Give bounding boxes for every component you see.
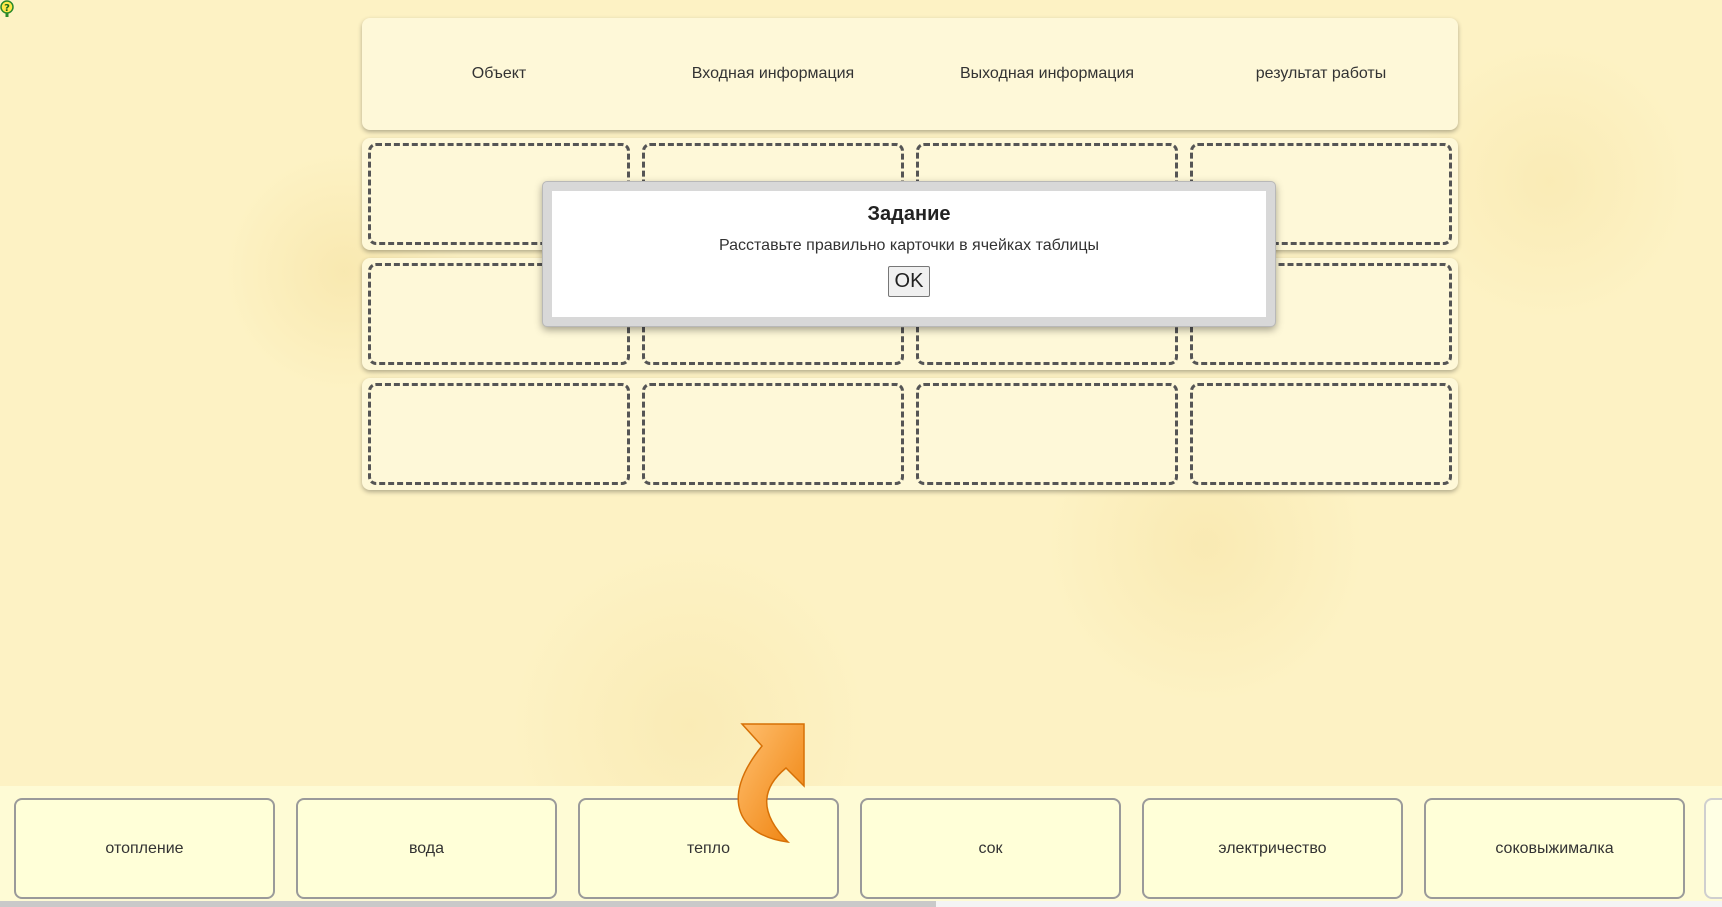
header-output-info: Выходная информация [959, 65, 1135, 82]
header-input-info: Входная информация [691, 65, 855, 82]
header-work-result: результат работы [1255, 65, 1387, 82]
table-row [362, 378, 1458, 490]
drop-cell-r3-c3[interactable] [916, 383, 1178, 485]
card-water[interactable]: вода [296, 798, 557, 899]
card-juicer[interactable]: соковыжималка [1424, 798, 1685, 899]
card-heating[interactable]: отопление [14, 798, 275, 899]
card-juice[interactable]: сок [860, 798, 1121, 899]
horizontal-scrollbar[interactable] [0, 901, 1722, 907]
help-question-icon[interactable]: ? [0, 0, 14, 18]
dialog-title: Задание [867, 203, 951, 225]
svg-text:?: ? [4, 3, 10, 14]
drop-cell-r3-c1[interactable] [368, 383, 630, 485]
curved-arrow-icon [737, 723, 805, 844]
task-dialog-body: Задание Расставьте правильно карточки в … [552, 191, 1266, 317]
task-dialog: Задание Расставьте правильно карточки в … [542, 181, 1276, 327]
header-object: Объект [471, 65, 527, 82]
dialog-message: Расставьте правильно карточки в ячейках … [718, 237, 1100, 254]
card-electricity[interactable]: электричество [1142, 798, 1403, 899]
card-offscreen[interactable] [1704, 798, 1722, 899]
card-tray: отопление вода тепло сок электричество с… [0, 786, 1722, 907]
scrollbar-thumb[interactable] [0, 901, 936, 907]
drop-cell-r3-c2[interactable] [642, 383, 904, 485]
drop-cell-r3-c4[interactable] [1190, 383, 1452, 485]
ok-button[interactable]: OK [887, 266, 931, 297]
table-header-row: Объект Входная информация Выходная инфор… [362, 18, 1458, 130]
